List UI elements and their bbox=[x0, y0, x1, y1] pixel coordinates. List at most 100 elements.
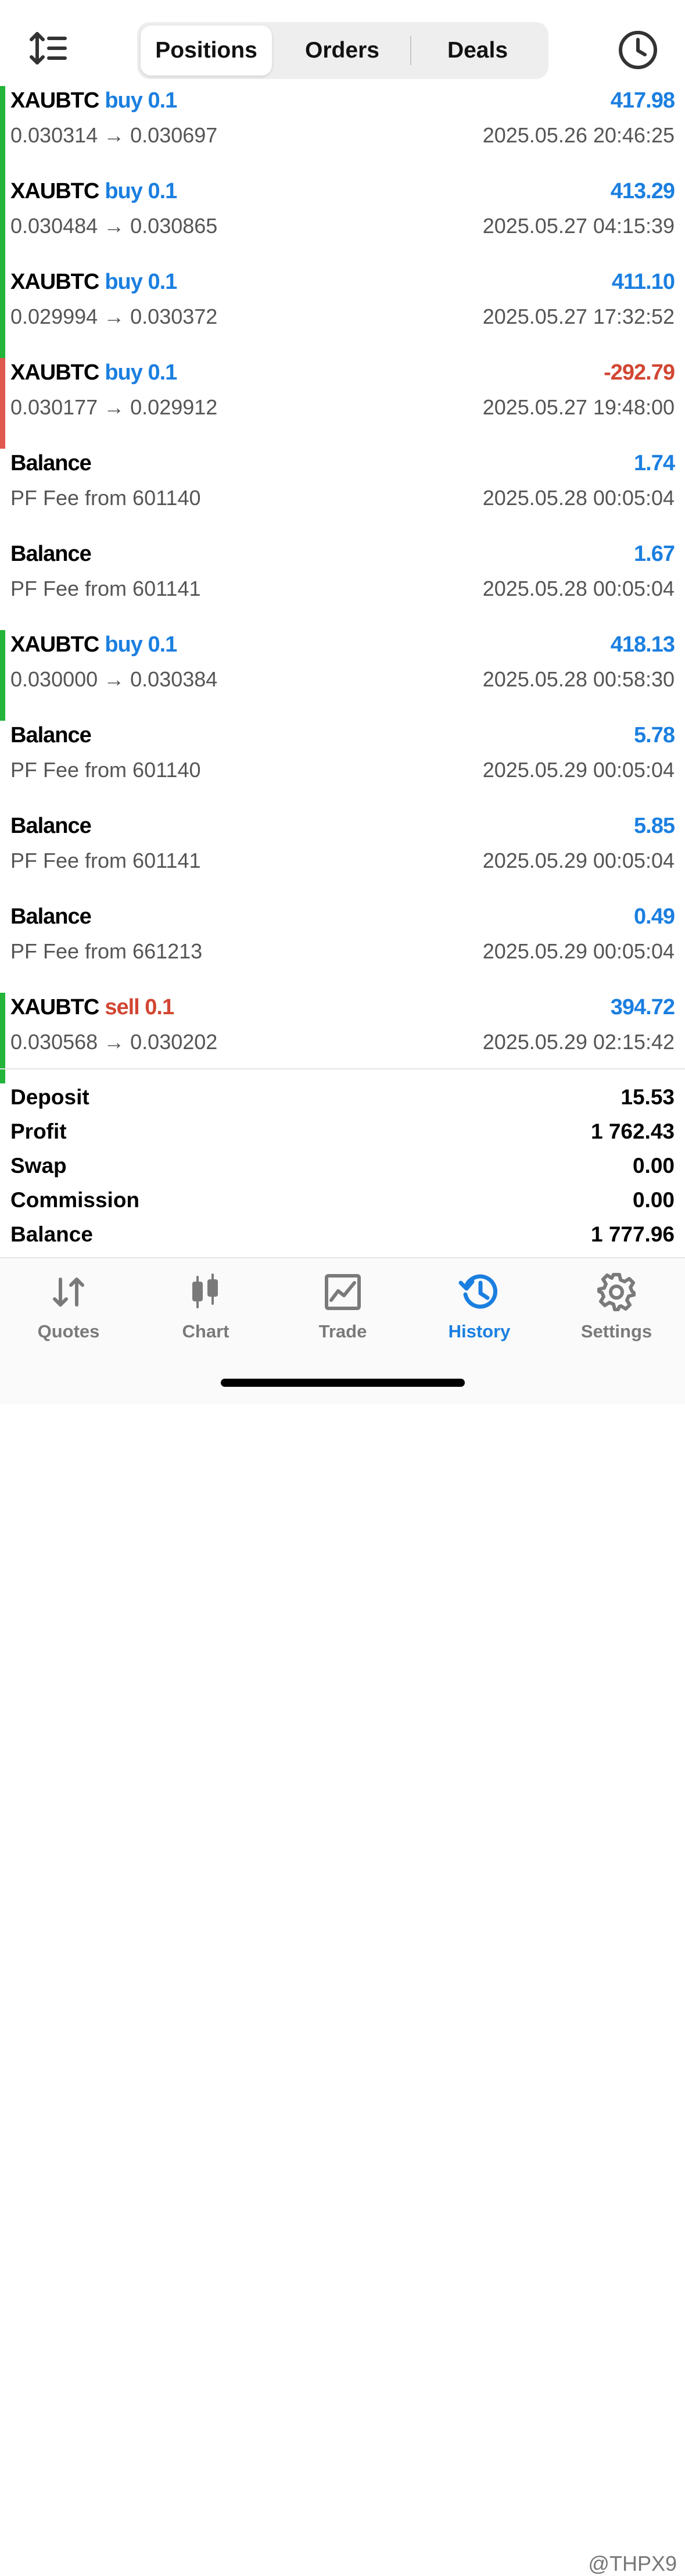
list-item[interactable]: XAUBTC buy 0.1 418.13 0.030000 → 0.030384… bbox=[0, 630, 685, 721]
deal-detail: 0.030000 → 0.030384 bbox=[10, 667, 218, 691]
summary-value: 1 762.43 bbox=[590, 1119, 675, 1143]
summary-label: Deposit bbox=[10, 1085, 89, 1109]
summary-label: Commission bbox=[10, 1188, 140, 1212]
trade-icon bbox=[325, 1274, 361, 1310]
list-item[interactable]: Balance 5.78 PF Fee from 601140 2025.05.… bbox=[0, 721, 685, 811]
summary-profit: Profit 1 762.43 bbox=[0, 1114, 685, 1149]
deal-time: 2025.05.29 00:05:04 bbox=[482, 758, 675, 782]
tab-positions[interactable]: Positions bbox=[141, 26, 272, 76]
tab-label: History bbox=[448, 1321, 511, 1341]
row-indicator-bar bbox=[0, 630, 5, 721]
chart-icon bbox=[192, 1273, 218, 1308]
list-item[interactable]: XAUBTC buy 0.1 417.98 0.030314 → 0.030697… bbox=[0, 86, 685, 177]
account-summary: Deposit 15.53 Profit 1 762.43 Swap 0.00 … bbox=[0, 1080, 685, 1251]
deal-detail: PF Fee from 601141 bbox=[10, 849, 201, 872]
deal-symbol: Balance bbox=[10, 451, 92, 475]
deal-profit: 411.10 bbox=[611, 270, 675, 294]
list-item[interactable]: Balance 1.67 PF Fee from 601141 2025.05.… bbox=[0, 539, 685, 630]
deal-profit: 0.49 bbox=[634, 904, 675, 929]
row-indicator-bar bbox=[0, 358, 5, 449]
deal-time: 2025.05.29 00:05:04 bbox=[482, 939, 675, 963]
summary-balance: Balance 1 777.96 bbox=[0, 1217, 685, 1251]
deal-symbol: XAUBTC bbox=[10, 995, 99, 1019]
deal-symbol: Balance bbox=[10, 542, 92, 566]
deal-symbol: XAUBTC bbox=[10, 88, 99, 113]
segmented-control: Positions Orders Deals bbox=[137, 22, 548, 79]
deal-profit: 413.29 bbox=[610, 179, 675, 203]
deal-time: 2025.05.28 00:58:30 bbox=[482, 667, 675, 691]
settings-icon bbox=[597, 1273, 636, 1311]
tab-label: Chart bbox=[182, 1321, 229, 1341]
summary-label: Balance bbox=[10, 1222, 93, 1246]
tab-orders[interactable]: Orders bbox=[274, 26, 410, 76]
summary-value: 0.00 bbox=[632, 1154, 675, 1178]
deal-detail: PF Fee from 601140 bbox=[10, 758, 201, 782]
deal-profit: 394.72 bbox=[610, 995, 675, 1019]
summary-label: Swap bbox=[10, 1154, 67, 1178]
deal-profit: 418.13 bbox=[610, 632, 675, 657]
clock-icon[interactable] bbox=[617, 29, 659, 71]
summary-value: 1 777.96 bbox=[590, 1222, 675, 1246]
list-item[interactable]: Balance 1.74 PF Fee from 601140 2025.05.… bbox=[0, 449, 685, 539]
deal-symbol: Balance bbox=[10, 723, 92, 747]
sort-icon[interactable] bbox=[29, 30, 67, 66]
header: Positions Orders Deals bbox=[0, 0, 685, 86]
deal-profit: 5.85 bbox=[634, 814, 675, 838]
deal-detail: PF Fee from 601140 bbox=[10, 486, 201, 510]
list-item[interactable]: Balance 0.49 PF Fee from 661213 2025.05.… bbox=[0, 902, 685, 993]
deal-time: 2025.05.29 02:15:42 bbox=[482, 1030, 675, 1054]
deal-direction: sell 0.1 bbox=[105, 995, 174, 1019]
tab-settings[interactable]: Settings bbox=[548, 1271, 685, 1347]
list-item[interactable]: XAUBTC buy 0.1 413.29 0.030484 → 0.030865… bbox=[0, 177, 685, 267]
summary-commission: Commission 0.00 bbox=[0, 1183, 685, 1217]
list-item[interactable]: Balance 5.85 PF Fee from 601141 2025.05.… bbox=[0, 811, 685, 902]
deal-symbol: Balance bbox=[10, 904, 92, 929]
row-indicator-bar bbox=[0, 86, 5, 177]
deal-profit: 5.78 bbox=[634, 723, 675, 747]
deal-symbol: Balance bbox=[10, 814, 92, 838]
deal-direction: buy 0.1 bbox=[105, 360, 177, 385]
deal-detail: PF Fee from 661213 bbox=[10, 939, 203, 963]
deal-time: 2025.05.27 17:32:52 bbox=[482, 305, 675, 328]
deal-direction: buy 0.1 bbox=[105, 632, 177, 657]
deal-direction: buy 0.1 bbox=[105, 270, 177, 294]
deal-detail: PF Fee from 601141 bbox=[10, 577, 201, 600]
home-indicator bbox=[221, 1379, 465, 1387]
summary-swap: Swap 0.00 bbox=[0, 1149, 685, 1183]
quotes-icon bbox=[53, 1278, 84, 1307]
deal-time: 2025.05.28 00:05:04 bbox=[482, 486, 675, 510]
deal-detail: 0.029994 → 0.030372 bbox=[10, 305, 218, 328]
deals-list: XAUBTC buy 0.1 417.98 0.030314 → 0.030697… bbox=[0, 86, 685, 1083]
tab-quotes[interactable]: Quotes bbox=[0, 1271, 137, 1347]
deal-profit: 1.67 bbox=[634, 542, 675, 566]
row-indicator-bar bbox=[0, 177, 5, 267]
summary-divider bbox=[0, 1068, 685, 1069]
deal-time: 2025.05.27 04:15:39 bbox=[482, 214, 675, 238]
summary-deposit: Deposit 15.53 bbox=[0, 1080, 685, 1114]
deal-profit: 417.98 bbox=[610, 88, 675, 113]
summary-label: Profit bbox=[10, 1119, 67, 1143]
deal-detail: 0.030314 → 0.030697 bbox=[10, 123, 218, 147]
deal-time: 2025.05.29 00:05:04 bbox=[482, 849, 675, 872]
deal-symbol: XAUBTC bbox=[10, 270, 99, 294]
list-item[interactable]: XAUBTC buy 0.1 411.10 0.029994 → 0.030372… bbox=[0, 267, 685, 358]
deal-time: 2025.05.27 19:48:00 bbox=[482, 395, 675, 419]
watermark: @THPX9 bbox=[588, 2552, 677, 2575]
deal-time: 2025.05.26 20:46:25 bbox=[482, 123, 675, 147]
deal-profit: -292.79 bbox=[604, 360, 675, 385]
deal-time: 2025.05.28 00:05:04 bbox=[482, 577, 675, 600]
row-indicator-bar bbox=[0, 993, 5, 1083]
tab-chart[interactable]: Chart bbox=[137, 1271, 274, 1347]
list-item[interactable]: XAUBTC sell 0.1 394.72 0.030568 → 0.03020… bbox=[0, 993, 685, 1083]
summary-value: 15.53 bbox=[621, 1085, 675, 1109]
list-item[interactable]: XAUBTC buy 0.1 -292.79 0.030177 → 0.02991… bbox=[0, 358, 685, 449]
tab-trade[interactable]: Trade bbox=[274, 1271, 411, 1347]
deal-detail: 0.030568 → 0.030202 bbox=[10, 1030, 218, 1054]
tab-label: Quotes bbox=[37, 1321, 100, 1341]
tab-deals[interactable]: Deals bbox=[410, 26, 545, 76]
deal-direction: buy 0.1 bbox=[105, 88, 177, 113]
tab-label: Settings bbox=[580, 1321, 652, 1341]
tab-history[interactable]: History bbox=[411, 1271, 548, 1347]
deal-detail: 0.030484 → 0.030865 bbox=[10, 214, 218, 238]
summary-value: 0.00 bbox=[632, 1188, 675, 1212]
